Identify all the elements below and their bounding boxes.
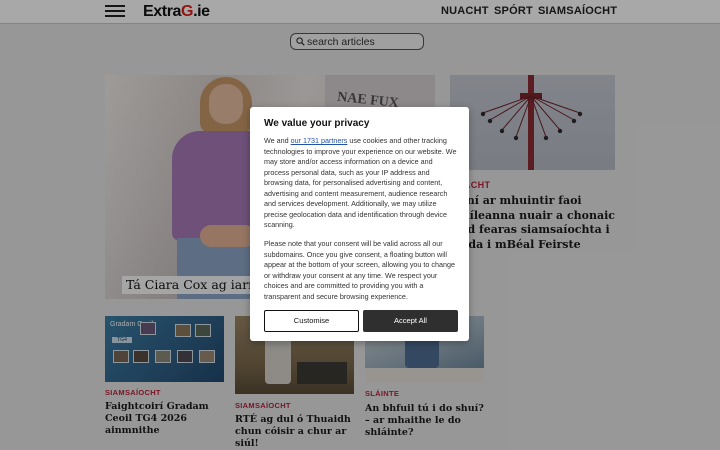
customise-button[interactable]: Customise: [264, 310, 359, 332]
consent-paragraph-1-intro: We and: [264, 136, 291, 145]
consent-title: We value your privacy: [264, 118, 370, 129]
consent-paragraph-1-body: use cookies and other tracking technolog…: [264, 136, 457, 229]
consent-paragraph-1: We and our 1731 partners use cookies and…: [264, 136, 457, 231]
cookie-consent-dialog: We value your privacy We and our 1731 pa…: [250, 107, 469, 341]
partners-link[interactable]: our 1731 partners: [291, 136, 348, 145]
consent-paragraph-2: Please note that your consent will be va…: [264, 239, 455, 301]
accept-all-button[interactable]: Accept All: [363, 310, 458, 332]
